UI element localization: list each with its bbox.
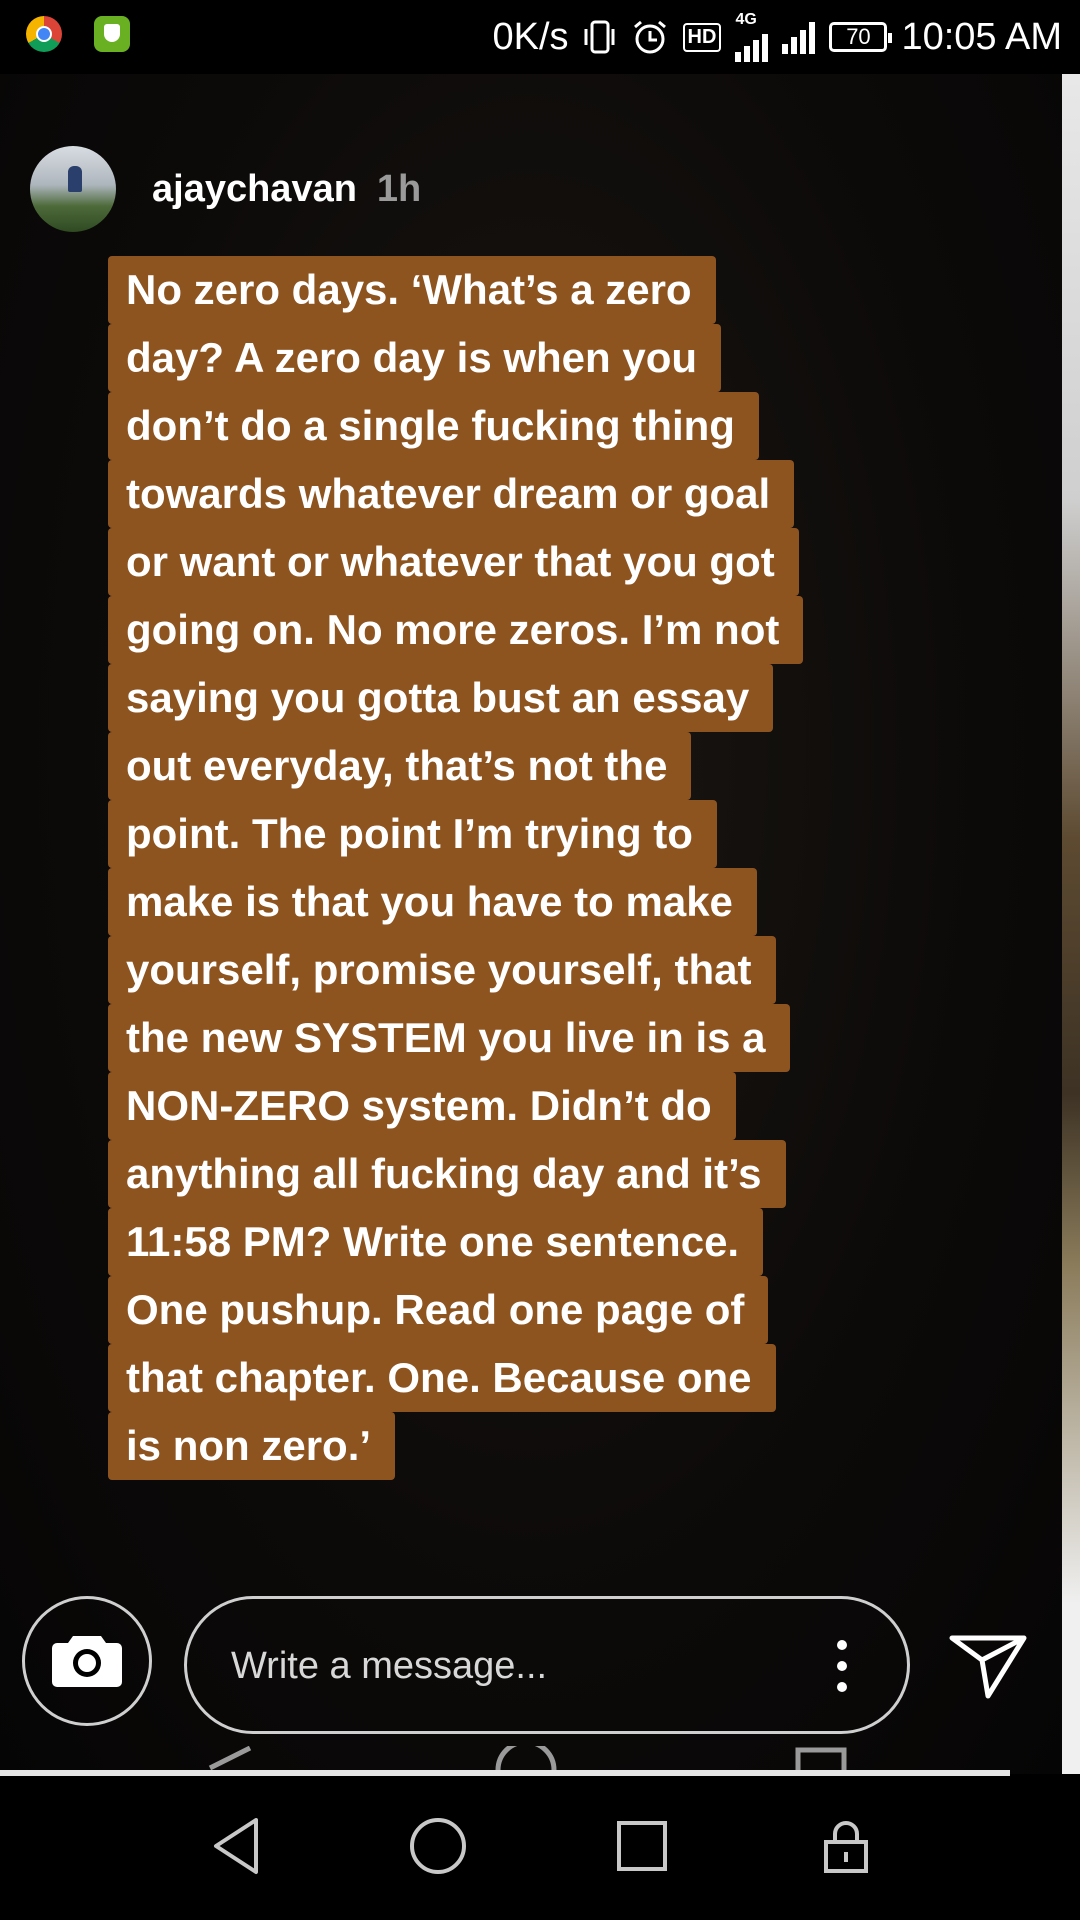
system-navigation-bar (0, 1776, 1080, 1920)
quote-line: point. The point I’m trying to (108, 800, 717, 868)
hd-icon: HD (682, 22, 722, 52)
alarm-icon (631, 18, 669, 56)
network-type: 4G (735, 11, 757, 28)
send-button[interactable] (948, 1630, 1028, 1700)
quote-line: the new SYSTEM you live in is a (108, 1004, 790, 1072)
quote-line: saying you gotta bust an essay (108, 664, 774, 732)
quote-line: going on. No more zeros. I’m not (108, 596, 804, 664)
quote-line: or want or whatever that you got (108, 528, 799, 596)
network-speed: 0K/s (492, 15, 569, 58)
username[interactable]: ajaychavan (152, 168, 357, 211)
chrome-icon (26, 16, 62, 52)
quote-line: No zero days. ‘What’s a zero (108, 256, 716, 324)
camera-button[interactable] (22, 1596, 152, 1726)
signal-icon: 4G (735, 11, 769, 62)
battery-icon: 70 (829, 22, 893, 52)
vibrate-icon (583, 19, 617, 55)
clock: 10:05 AM (901, 15, 1062, 58)
quote-line: make is that you have to make (108, 868, 757, 936)
status-bar: 0K/s HD 4G 70 10:05 AM (0, 0, 1080, 74)
back-button[interactable] (200, 1812, 272, 1884)
message-input[interactable]: Write a message... (184, 1596, 910, 1734)
quote-line: out everyday, that’s not the (108, 732, 692, 800)
story-timestamp: 1h (376, 167, 422, 210)
quote-line: yourself, promise yourself, that (108, 936, 776, 1004)
back-icon (208, 1816, 264, 1881)
more-vertical-icon[interactable] (837, 1639, 847, 1693)
story-quote-text: No zero days. ‘What’s a zero day? A zero… (108, 256, 946, 1480)
quote-line: is non zero.’ (108, 1412, 396, 1480)
lock-icon (823, 1818, 869, 1879)
message-placeholder: Write a message... (231, 1645, 548, 1687)
story-ghost-nav (0, 1739, 1010, 1783)
avatar[interactable] (30, 146, 116, 232)
quote-line: day? A zero day is when you (108, 324, 722, 392)
story-view[interactable]: ajaychavan 1h No zero days. ‘What’s a ze… (0, 74, 1062, 1774)
quote-line: that chapter. One. Because one (108, 1344, 776, 1412)
recents-button[interactable] (606, 1812, 678, 1884)
shield-app-icon (94, 16, 130, 52)
send-icon (948, 1635, 1028, 1704)
story-header: ajaychavan 1h (30, 146, 421, 232)
camera-icon (51, 1630, 123, 1693)
next-story-preview[interactable] (1062, 74, 1080, 1774)
battery-level: 70 (846, 24, 871, 49)
lock-button[interactable] (810, 1812, 882, 1884)
home-icon (408, 1816, 468, 1881)
quote-line: 11:58 PM? Write one sentence. (108, 1208, 764, 1276)
quote-line: towards whatever dream or goal (108, 460, 795, 528)
quote-line: NON-ZERO system. Didn’t do (108, 1072, 736, 1140)
home-button[interactable] (402, 1812, 474, 1884)
quote-line: anything all fucking day and it’s (108, 1140, 786, 1208)
quote-line: don’t do a single fucking thing (108, 392, 759, 460)
recents-icon (616, 1820, 668, 1877)
quote-line: One pushup. Read one page of (108, 1276, 769, 1344)
signal-icon (782, 20, 816, 54)
